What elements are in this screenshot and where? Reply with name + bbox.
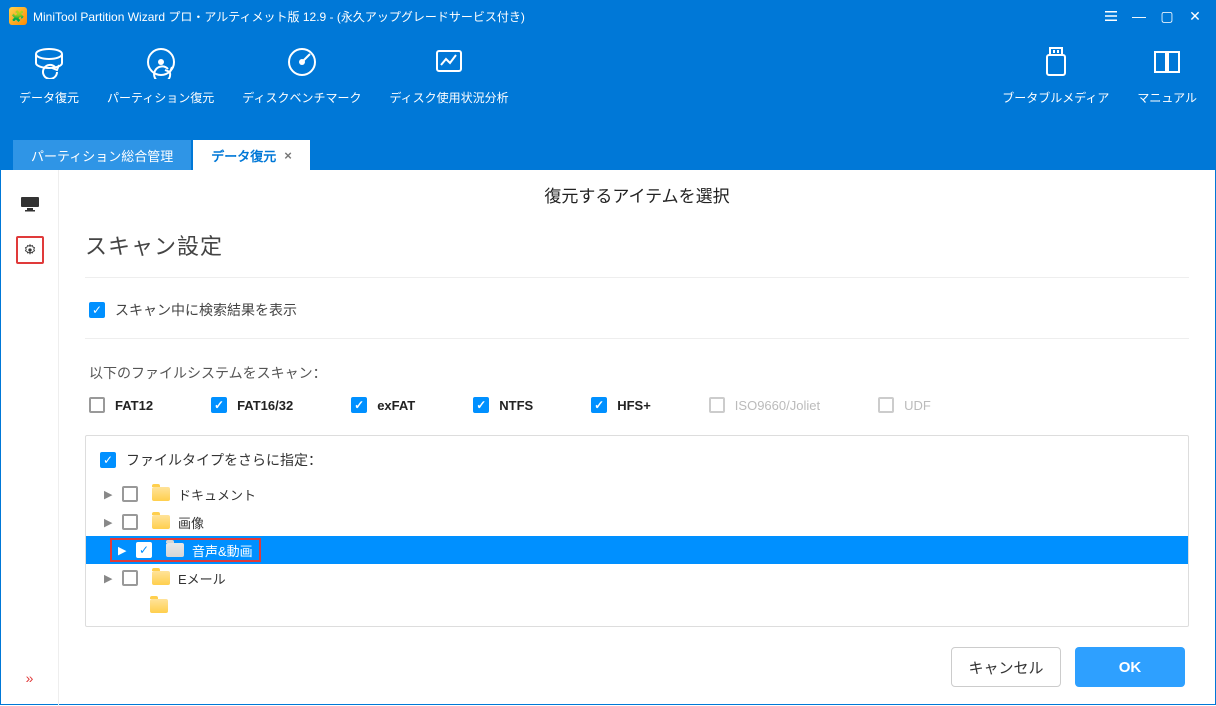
tree-row-email[interactable]: ▶ Eメール <box>86 564 1188 592</box>
tree-email-checkbox[interactable] <box>122 570 138 586</box>
fs-fat12[interactable]: FAT12 <box>89 397 153 413</box>
fs-fat12-checkbox[interactable] <box>89 397 105 413</box>
tree-label: Eメール <box>178 569 226 588</box>
tree-audio-video-checkbox[interactable] <box>136 542 152 558</box>
show-results-row[interactable]: スキャン中に検索結果を表示 <box>85 278 1189 339</box>
fs-udf: UDF <box>878 397 931 413</box>
hamburger-menu-button[interactable] <box>1099 4 1123 28</box>
fs-fat1632[interactable]: FAT16/32 <box>211 397 293 413</box>
tab-partition-management[interactable]: パーティション総合管理 <box>13 140 191 170</box>
titlebar: 🧩 MiniTool Partition Wizard プロ・アルティメット版 … <box>1 1 1215 31</box>
body: » 復元するアイテムを選択 スキャン設定 スキャン中に検索結果を表示 以下のファ… <box>1 170 1215 706</box>
tab-label: データ復元 <box>211 146 276 165</box>
window-title: MiniTool Partition Wizard プロ・アルティメット版 12… <box>33 8 525 25</box>
show-results-label: スキャン中に検索結果を表示 <box>115 300 297 320</box>
close-button[interactable]: ✕ <box>1183 4 1207 28</box>
filetype-checkbox[interactable] <box>100 452 116 468</box>
chevron-right-icon[interactable]: ▶ <box>104 516 120 529</box>
benchmark-icon <box>285 45 319 79</box>
ribbon-bootable-media[interactable]: ブータブルメディア <box>988 39 1123 136</box>
fs-ntfs-checkbox[interactable] <box>473 397 489 413</box>
rail-settings-button[interactable] <box>16 236 44 264</box>
ribbon-label: ブータブルメディア <box>1002 89 1109 106</box>
fs-iso-checkbox <box>709 397 725 413</box>
folder-icon <box>152 515 170 529</box>
ribbon-disk-usage[interactable]: ディスク使用状況分析 <box>375 39 522 136</box>
minimize-button[interactable]: — <box>1127 4 1151 28</box>
rail-expand-button[interactable]: » <box>26 670 34 686</box>
tree-label: 画像 <box>178 513 204 532</box>
tree-label: ドキュメント <box>178 485 256 504</box>
app-icon: 🧩 <box>9 7 27 25</box>
action-bar: キャンセル OK <box>85 627 1189 697</box>
ribbon-label: ディスクベンチマーク <box>242 89 361 106</box>
ribbon-label: データ復元 <box>19 89 79 106</box>
folder-icon <box>166 543 184 557</box>
filesystem-row: FAT12 FAT16/32 exFAT NTFS HFS+ ISO9660/J… <box>85 397 1189 435</box>
fs-iso: ISO9660/Joliet <box>709 397 820 413</box>
ribbon-manual[interactable]: マニュアル <box>1123 39 1211 136</box>
folder-icon <box>150 599 168 613</box>
fs-ntfs[interactable]: NTFS <box>473 397 533 413</box>
fs-exfat[interactable]: exFAT <box>351 397 415 413</box>
chevron-right-icon[interactable]: ▶ <box>104 572 120 585</box>
section-title: スキャン設定 <box>85 221 1189 278</box>
maximize-button[interactable]: ▢ <box>1155 4 1179 28</box>
tree-row-extra <box>86 592 1188 620</box>
tree-row-images[interactable]: ▶ 画像 <box>86 508 1188 536</box>
tree-label: 音声&動画 <box>192 541 253 560</box>
chevron-right-icon[interactable]: ▶ <box>118 544 134 557</box>
ribbon-label: パーティション復元 <box>107 89 214 106</box>
chevron-right-icon[interactable]: ▶ <box>104 488 120 501</box>
fs-fat1632-checkbox[interactable] <box>211 397 227 413</box>
ribbon-label: ディスク使用状況分析 <box>389 89 508 106</box>
fs-exfat-checkbox[interactable] <box>351 397 367 413</box>
tab-data-recovery[interactable]: データ復元 × <box>193 140 310 170</box>
folder-icon <box>152 487 170 501</box>
filetype-tree: ▶ ドキュメント ▶ 画像 ▶ 音声&動画 <box>86 480 1188 620</box>
data-recovery-icon <box>32 45 66 79</box>
filetype-header-row[interactable]: ファイルタイプをさらに指定： <box>86 450 1188 480</box>
content-area: 復元するアイテムを選択 スキャン設定 スキャン中に検索結果を表示 以下のファイル… <box>59 170 1215 706</box>
filetype-block: ファイルタイプをさらに指定： ▶ ドキュメント ▶ 画像 ▶ <box>85 435 1189 627</box>
page-title: 復元するアイテムを選択 <box>85 182 1189 207</box>
selection-highlight: ▶ 音声&動画 <box>110 538 261 562</box>
tree-documents-checkbox[interactable] <box>122 486 138 502</box>
fs-udf-checkbox <box>878 397 894 413</box>
ribbon: データ復元 パーティション復元 ディスクベンチマーク ディスク使用状況分析 ブー… <box>1 31 1215 136</box>
partition-recovery-icon <box>144 45 178 79</box>
rail-monitor-button[interactable] <box>16 190 44 218</box>
usb-icon <box>1039 45 1073 79</box>
tab-close-icon[interactable]: × <box>284 148 292 163</box>
filetype-header-label: ファイルタイプをさらに指定： <box>126 450 322 470</box>
ribbon-partition-recovery[interactable]: パーティション復元 <box>93 39 228 136</box>
manual-icon <box>1150 45 1184 79</box>
ribbon-disk-benchmark[interactable]: ディスクベンチマーク <box>228 39 375 136</box>
ok-button[interactable]: OK <box>1075 647 1185 687</box>
tree-row-audio-video[interactable]: ▶ 音声&動画 <box>86 536 1188 564</box>
tabs: パーティション総合管理 データ復元 × <box>1 136 1215 170</box>
ribbon-label: マニュアル <box>1137 89 1197 106</box>
tree-row-documents[interactable]: ▶ ドキュメント <box>86 480 1188 508</box>
folder-icon <box>152 571 170 585</box>
disk-usage-icon <box>432 45 466 79</box>
ribbon-data-recovery[interactable]: データ復元 <box>5 39 93 136</box>
fs-hfs[interactable]: HFS+ <box>591 397 651 413</box>
show-results-checkbox[interactable] <box>89 302 105 318</box>
tree-images-checkbox[interactable] <box>122 514 138 530</box>
fs-hfs-checkbox[interactable] <box>591 397 607 413</box>
side-rail: » <box>1 170 59 706</box>
filesystem-heading: 以下のファイルシステムをスキャン： <box>85 339 1189 397</box>
cancel-button[interactable]: キャンセル <box>951 647 1061 687</box>
